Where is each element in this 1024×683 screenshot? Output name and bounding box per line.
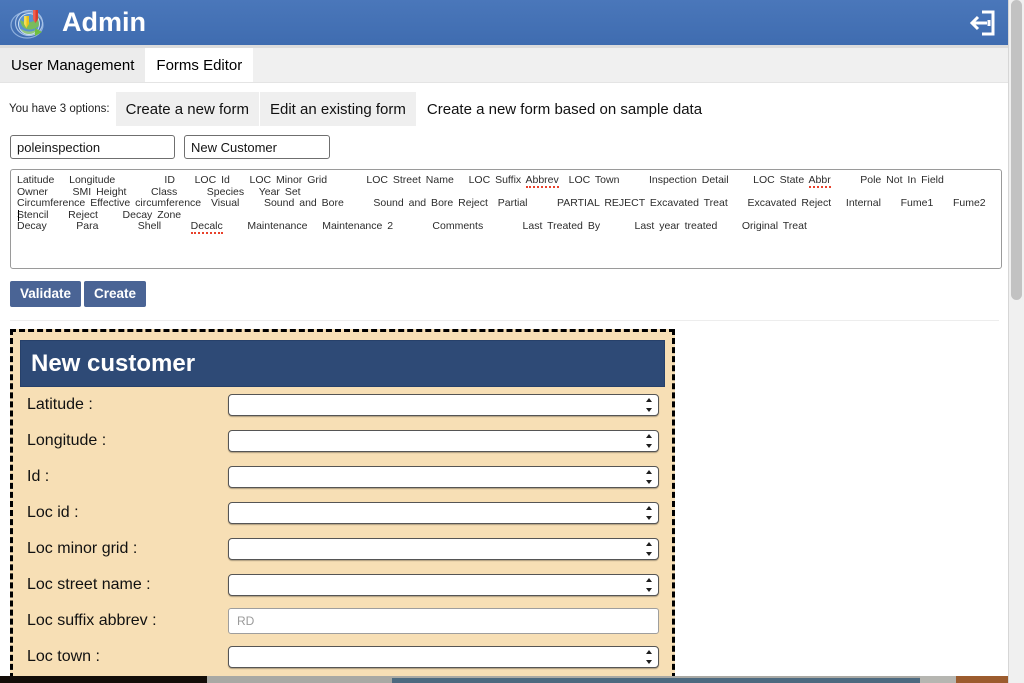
field-control — [228, 537, 665, 560]
logout-icon[interactable] — [965, 6, 999, 40]
action-buttons: Validate Create — [0, 269, 1009, 307]
tab-label: Forms Editor — [156, 56, 243, 74]
tab-user-management[interactable]: User Management — [0, 48, 146, 82]
validate-button[interactable]: Validate — [10, 281, 82, 307]
option-label: Create a new form — [125, 100, 249, 118]
form-field-loc-street-name: Loc street name : — [20, 567, 665, 603]
tabstrip-filler — [253, 48, 1009, 82]
stepper-arrows-icon — [645, 433, 652, 448]
latitude-select[interactable] — [228, 393, 659, 416]
form-field-latitude: Latitude : — [20, 387, 665, 423]
field-label: Loc street name : — [27, 575, 151, 593]
sample-data-content: Latitude Longitude ID LOC Id LOC Minor G… — [11, 170, 1001, 234]
main-tabs: User Management Forms Editor — [0, 48, 1009, 83]
field-label: Loc minor grid : — [27, 539, 138, 557]
create-button[interactable]: Create — [84, 281, 147, 307]
field-control — [228, 573, 665, 596]
preview-form-title: New customer — [20, 339, 665, 387]
form-field-longitude: Longitude : — [20, 423, 665, 459]
stepper-arrows-icon — [645, 541, 652, 556]
sample-line1-misspelled-abbrev: Abbrev — [525, 174, 559, 188]
options-hint: You have 3 options: — [9, 103, 110, 115]
page-scrollbar-thumb[interactable] — [1011, 0, 1022, 300]
field-label: Loc suffix abbrev : — [27, 611, 157, 629]
page-scrollbar[interactable] — [1008, 0, 1024, 683]
loc-street-name-select[interactable] — [228, 573, 659, 596]
loc-id-select[interactable] — [228, 501, 659, 524]
tab-forms-editor[interactable]: Forms Editor — [145, 48, 254, 82]
field-control — [228, 501, 665, 524]
field-label: Id : — [27, 467, 50, 485]
field-control — [228, 393, 665, 416]
desktop-window-dark — [0, 676, 207, 683]
field-control — [228, 429, 665, 452]
desktop-window-gray-2 — [920, 676, 956, 683]
field-label: Longitude : — [27, 431, 107, 449]
form-name-input[interactable] — [10, 135, 175, 159]
browser-page: Admin User Management Forms Editor You h… — [0, 0, 1009, 683]
form-title-input[interactable] — [184, 135, 330, 159]
form-field-loc-id: Loc id : — [20, 495, 665, 531]
stepper-arrows-icon — [645, 397, 652, 412]
desktop-background-sliver — [0, 676, 1024, 683]
stepper-arrows-icon — [645, 649, 652, 664]
form-preview-panel: New customer Latitude : Longitude : Id : — [10, 328, 675, 683]
loc-town-select[interactable] — [228, 645, 659, 668]
id-select[interactable] — [228, 465, 659, 488]
option-create-from-sample-data[interactable]: Create a new form based on sample data — [416, 92, 713, 126]
sample-line3-part1: Decay Para Shell — [17, 220, 191, 232]
sample-data-textarea[interactable]: Latitude Longitude ID LOC Id LOC Minor G… — [10, 169, 1002, 269]
form-field-loc-town: Loc town : — [20, 639, 665, 675]
field-label: Loc town : — [27, 647, 100, 665]
loc-suffix-abbrev-input[interactable] — [228, 607, 659, 634]
sample-line2: Circumference Effective circumference Vi… — [17, 197, 986, 221]
stepper-arrows-icon — [645, 505, 652, 520]
option-label: Create a new form based on sample data — [426, 100, 703, 118]
section-divider — [10, 319, 999, 321]
sample-line1-part2: LOC Town Inspection Detail LOC State — [558, 174, 809, 186]
desktop-window-blue — [392, 676, 920, 683]
loc-minor-grid-select[interactable] — [228, 537, 659, 560]
field-label: Latitude : — [27, 395, 93, 413]
option-create-new-form[interactable]: Create a new form — [115, 92, 259, 126]
field-control — [228, 607, 665, 634]
sample-line1-part1: Latitude Longitude ID LOC Id LOC Minor G… — [17, 174, 526, 186]
form-field-id: Id : — [20, 459, 665, 495]
sample-line3-misspelled-decalc: Decalc — [190, 220, 223, 234]
longitude-select[interactable] — [228, 429, 659, 452]
form-field-loc-suffix-abbrev: Loc suffix abbrev : — [20, 603, 665, 639]
text-caret — [18, 210, 19, 221]
tab-label: User Management — [11, 56, 135, 74]
stepper-arrows-icon — [645, 469, 652, 484]
app-header: Admin — [0, 0, 1009, 45]
form-name-row — [0, 126, 1009, 159]
field-control — [228, 645, 665, 668]
option-edit-existing-form[interactable]: Edit an existing form — [260, 92, 416, 126]
page-title: Admin — [62, 7, 146, 37]
field-label: Loc id : — [27, 503, 79, 521]
form-source-options: You have 3 options: Create a new form Ed… — [0, 92, 1009, 126]
sample-line3-part2: Maintenance Maintenance 2 Comments Last … — [222, 220, 807, 232]
option-label: Edit an existing form — [270, 100, 406, 118]
field-control — [228, 465, 665, 488]
desktop-window-gray — [207, 676, 392, 683]
stepper-arrows-icon — [645, 577, 652, 592]
sample-line1-misspelled-abbr: Abbr — [808, 174, 831, 188]
globe-logo-icon — [10, 4, 48, 42]
form-field-loc-minor-grid: Loc minor grid : — [20, 531, 665, 567]
